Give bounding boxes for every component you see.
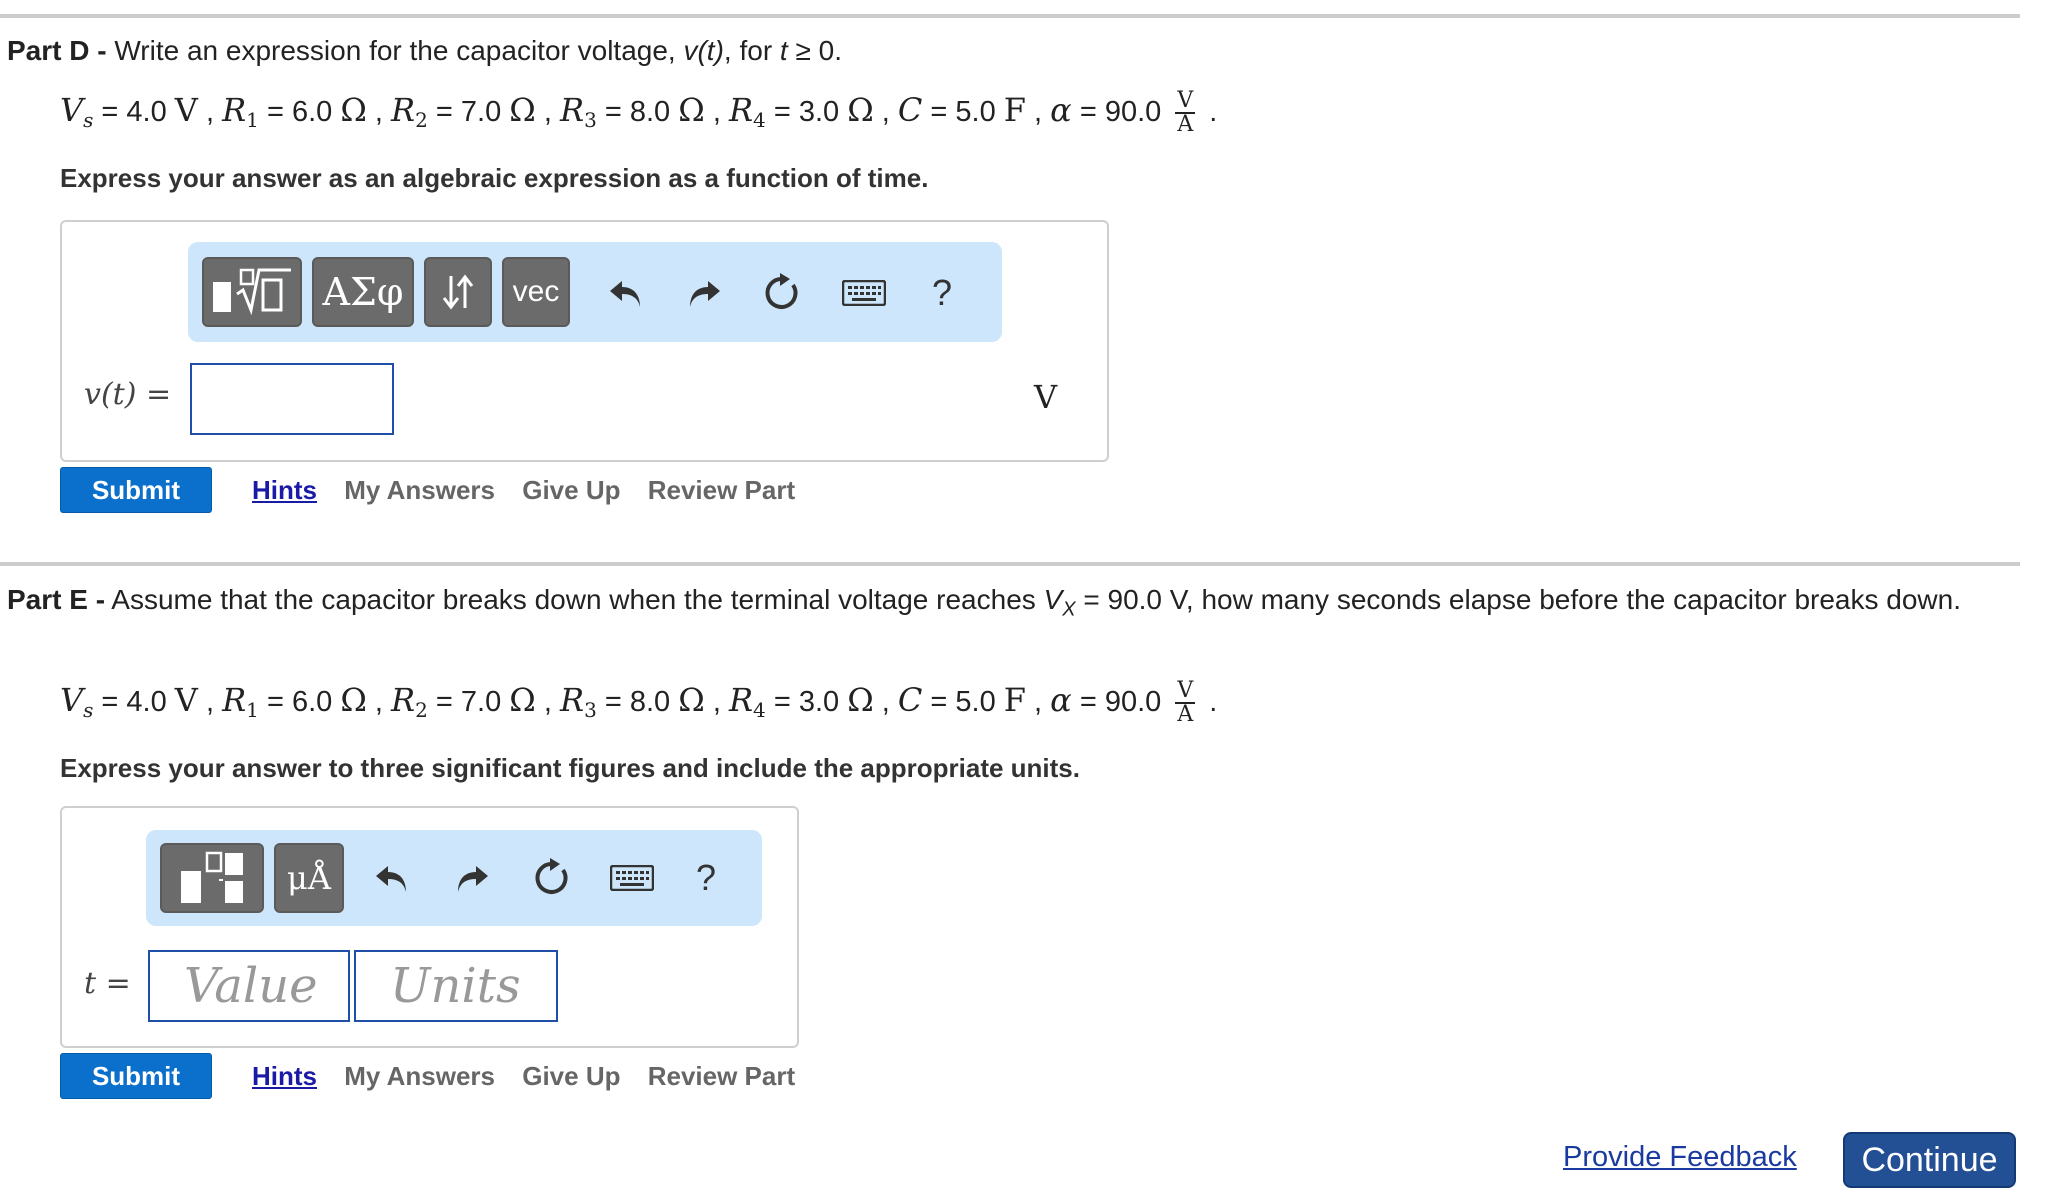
part-d-review-link[interactable]: Review Part [648, 475, 795, 505]
part-e-instruction: Express your answer to three significant… [60, 753, 1080, 783]
help-icon[interactable]: ? [916, 267, 968, 319]
undo-icon[interactable] [366, 852, 418, 904]
part-d-instruction: Express your answer as an algebraic expr… [60, 163, 929, 193]
redo-icon[interactable] [678, 267, 730, 319]
part-d-givens: Vs = 4.0 V , R1 = 6.0 Ω , R2 = 7.0 Ω , R… [60, 88, 1218, 138]
part-d-variable-label: v(t) = [84, 377, 172, 412]
reset-icon[interactable] [526, 852, 578, 904]
vec-button[interactable]: vec [502, 257, 570, 327]
greek-symbols-button[interactable]: ΑΣφ [312, 257, 414, 327]
part-e-title: Part E - Assume that the capacitor break… [7, 584, 1961, 621]
up-down-arrows-icon [442, 274, 474, 310]
part-d-answer-box: ΑΣφ vec ? v(t) = V [60, 220, 1109, 462]
part-e-hints-link[interactable]: Hints [252, 1061, 317, 1091]
part-d-title: Part D - Write an expression for the cap… [7, 35, 842, 66]
units-button[interactable]: μÅ [274, 843, 344, 913]
part-e-units-input[interactable]: Units [354, 950, 558, 1022]
part-d-submit-button[interactable]: Submit [60, 467, 212, 513]
part-e-my-answers-link[interactable]: My Answers [344, 1061, 495, 1091]
part-d-my-answers-link[interactable]: My Answers [344, 475, 495, 505]
keyboard-icon[interactable] [834, 267, 894, 319]
redo-icon[interactable] [446, 852, 498, 904]
part-e-value-input[interactable]: Value [148, 950, 350, 1022]
part-e-submit-button[interactable]: Submit [60, 1053, 212, 1099]
templates-button[interactable] [160, 843, 264, 913]
help-icon[interactable]: ? [680, 852, 732, 904]
part-d-math-toolbar: ΑΣφ vec ? [188, 242, 1002, 342]
alpha-unit-fraction: VA [1175, 88, 1196, 138]
templates-icon [181, 851, 243, 903]
part-d-links: Hints My Answers Give Up Review Part [252, 470, 795, 510]
part-e-review-link[interactable]: Review Part [648, 1061, 795, 1091]
part-d-divider [0, 14, 2020, 18]
alpha-unit-fraction: VA [1175, 678, 1196, 728]
part-e-math-toolbar: μÅ ? [146, 830, 762, 926]
continue-button[interactable]: Continue [1843, 1132, 2016, 1188]
part-e-answer-box: μÅ ? t = Value Units [60, 806, 799, 1048]
templates-icon [213, 268, 291, 316]
part-d-give-up-link[interactable]: Give Up [522, 475, 620, 505]
part-d-hints-link[interactable]: Hints [252, 475, 317, 505]
templates-button[interactable] [202, 257, 302, 327]
reset-icon[interactable] [756, 267, 808, 319]
undo-icon[interactable] [600, 267, 652, 319]
part-e-divider [0, 562, 2020, 566]
part-e-links: Hints My Answers Give Up Review Part [252, 1056, 795, 1096]
part-d-answer-input[interactable] [190, 363, 394, 435]
part-e-give-up-link[interactable]: Give Up [522, 1061, 620, 1091]
part-e-variable-label: t = [84, 966, 131, 1001]
arrows-button[interactable] [424, 257, 492, 327]
part-d-unit: V [1034, 378, 1058, 416]
keyboard-icon[interactable] [602, 852, 662, 904]
provide-feedback-link[interactable]: Provide Feedback [1563, 1141, 1797, 1174]
part-e-givens: Vs = 4.0 V , R1 = 6.0 Ω , R2 = 7.0 Ω , R… [60, 678, 1218, 728]
